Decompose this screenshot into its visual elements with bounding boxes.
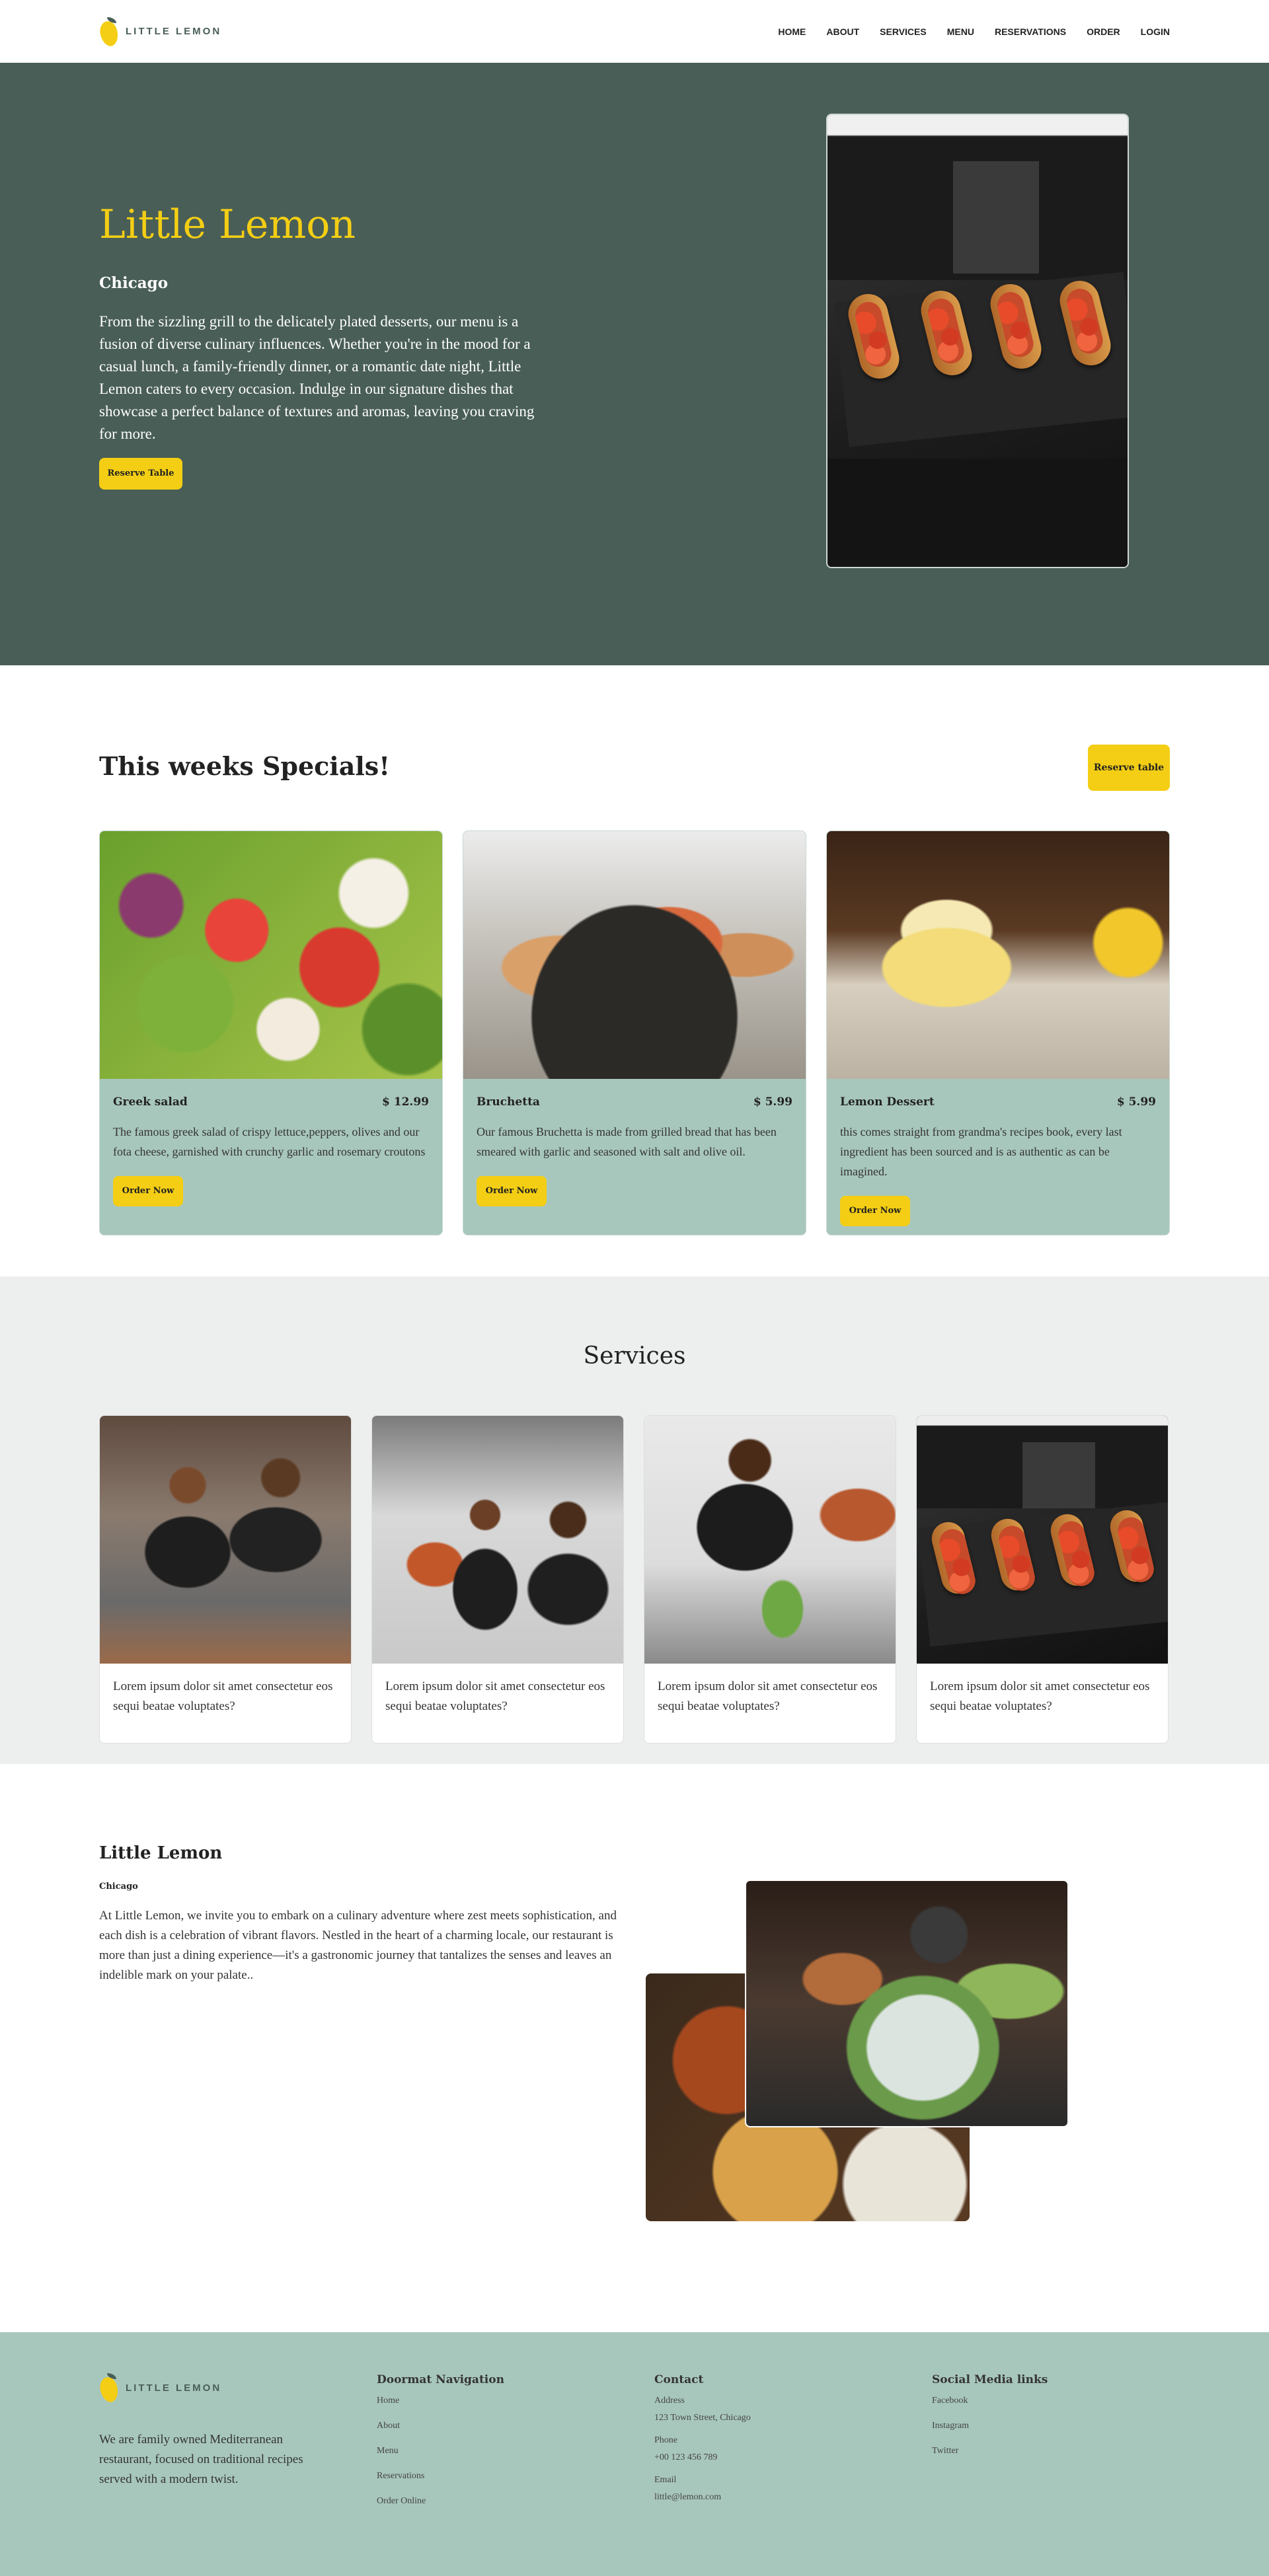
logo-text: LITTLE LEMON <box>126 26 222 37</box>
social-link-instagram[interactable]: Instagram <box>932 2421 1048 2431</box>
chef-plating-image <box>644 1416 896 1664</box>
chefs-smiling-image <box>372 1416 623 1664</box>
special-description: Our famous Bruchetta is made from grille… <box>477 1125 777 1158</box>
footer-about: LITTLE LEMON We are family owned Mediter… <box>98 2372 324 2489</box>
nav-menu[interactable]: MENU <box>947 26 974 37</box>
site-header: LITTLE LEMON HOME ABOUT SERVICES MENU RE… <box>0 0 1269 63</box>
service-card: Lorem ipsum dolor sit amet consectetur e… <box>916 1415 1169 1744</box>
footer-logo-text: LITTLE LEMON <box>126 2382 222 2394</box>
email-label: Email <box>654 2475 677 2485</box>
address-label: Address <box>654 2396 685 2406</box>
nav-about[interactable]: ABOUT <box>826 26 859 37</box>
chefs-talking-image <box>100 1416 351 1664</box>
footer-link-order-online[interactable]: Order Online <box>377 2496 504 2507</box>
specials-section: This weeks Specials! Reserve table Greek… <box>0 665 1269 1276</box>
nav-login[interactable]: LOGIN <box>1141 26 1170 37</box>
order-now-button[interactable]: Order Now <box>113 1176 183 1206</box>
service-card: Lorem ipsum dolor sit amet consectetur e… <box>644 1415 896 1744</box>
footer-link-menu[interactable]: Menu <box>377 2446 504 2456</box>
lemon-dessert-image <box>827 831 1169 1079</box>
special-name: Greek salad <box>113 1095 188 1109</box>
footer-logo[interactable]: LITTLE LEMON <box>98 2372 324 2404</box>
reserve-table-button[interactable]: Reserve Table <box>99 458 182 490</box>
footer-navigation: Doormat Navigation Home About Menu Reser… <box>377 2372 504 2521</box>
main-nav: HOME ABOUT SERVICES MENU RESERVATIONS OR… <box>778 26 1170 37</box>
service-text: Lorem ipsum dolor sit amet consectetur e… <box>930 1679 1150 1713</box>
order-now-button[interactable]: Order Now <box>840 1196 910 1226</box>
hero-title: Little Lemon <box>99 202 356 248</box>
footer-nav-title: Doormat Navigation <box>377 2373 504 2386</box>
special-card-bruchetta: Bruchetta $ 5.99 Our famous Bruchetta is… <box>463 830 806 1235</box>
reserve-table-button-secondary[interactable]: Reserve table <box>1088 745 1170 791</box>
special-price: $ 5.99 <box>753 1095 792 1109</box>
service-text: Lorem ipsum dolor sit amet consectetur e… <box>658 1679 878 1713</box>
footer-tagline: We are family owned Mediterranean restau… <box>99 2433 303 2486</box>
footer-link-about[interactable]: About <box>377 2421 504 2431</box>
footer-contact: Contact Address 123 Town Street, Chicago… <box>654 2372 751 2515</box>
order-now-button[interactable]: Order Now <box>477 1176 547 1206</box>
special-card-lemon-dessert: Lemon Dessert $ 5.99 this comes straight… <box>826 830 1170 1235</box>
social-link-twitter[interactable]: Twitter <box>932 2446 1048 2456</box>
nav-services[interactable]: SERVICES <box>880 26 927 37</box>
services-section: Services Lorem ipsum dolor sit amet cons… <box>0 1276 1269 1764</box>
hero-description: From the sizzling grill to the delicatel… <box>99 313 535 442</box>
about-description: At Little Lemon, we invite you to embark… <box>99 1909 617 1982</box>
nav-order[interactable]: ORDER <box>1087 26 1120 37</box>
special-description: this comes straight from grandma's recip… <box>840 1125 1122 1178</box>
address-value: 123 Town Street, Chicago <box>654 2413 751 2423</box>
special-name: Bruchetta <box>477 1095 540 1109</box>
services-title: Services <box>583 1343 686 1370</box>
special-price: $ 12.99 <box>382 1095 429 1109</box>
service-card: Lorem ipsum dolor sit amet consectetur e… <box>99 1415 352 1744</box>
social-link-facebook[interactable]: Facebook <box>932 2396 1048 2406</box>
footer-social: Social Media links Facebook Instagram Tw… <box>932 2372 1048 2471</box>
about-city: Chicago <box>99 1882 138 1892</box>
special-price: $ 5.99 <box>1116 1095 1156 1109</box>
footer-link-reservations[interactable]: Reservations <box>377 2471 504 2482</box>
footer-link-home[interactable]: Home <box>377 2396 504 2406</box>
about-title: Little Lemon <box>99 1843 223 1863</box>
phone-value[interactable]: +00 123 456 789 <box>654 2452 751 2463</box>
footer-contact-title: Contact <box>654 2373 704 2386</box>
lemon-logo-icon <box>98 16 120 48</box>
service-text: Lorem ipsum dolor sit amet consectetur e… <box>113 1679 333 1713</box>
greek-salad-image <box>100 831 442 1079</box>
special-description: The famous greek salad of crispy lettuce… <box>113 1125 426 1158</box>
nav-reservations[interactable]: RESERVATIONS <box>995 26 1066 37</box>
bruchetta-image <box>463 831 806 1079</box>
lemon-logo-icon <box>98 2372 120 2404</box>
site-logo[interactable]: LITTLE LEMON <box>98 16 222 48</box>
nav-home[interactable]: HOME <box>778 26 806 37</box>
footer-social-title: Social Media links <box>932 2373 1048 2386</box>
service-card: Lorem ipsum dolor sit amet consectetur e… <box>371 1415 624 1744</box>
about-food-image-front <box>745 1880 1069 2127</box>
special-card-greek-salad: Greek salad $ 12.99 The famous greek sal… <box>99 830 443 1235</box>
service-text: Lorem ipsum dolor sit amet consectetur e… <box>385 1679 605 1713</box>
specials-cards: Greek salad $ 12.99 The famous greek sal… <box>99 830 1170 1235</box>
email-value[interactable]: little@lemon.com <box>654 2492 751 2503</box>
services-cards: Lorem ipsum dolor sit amet consectetur e… <box>99 1415 1169 1744</box>
bruschetta-serving-image <box>917 1416 1168 1664</box>
site-footer: LITTLE LEMON We are family owned Mediter… <box>0 2332 1269 2576</box>
special-name: Lemon Dessert <box>840 1095 935 1109</box>
about-section: Little Lemon Chicago At Little Lemon, we… <box>0 1764 1269 2332</box>
phone-label: Phone <box>654 2435 677 2445</box>
hero-image <box>826 114 1129 568</box>
specials-title: This weeks Specials! <box>99 751 390 781</box>
hero-section: Little Lemon Chicago From the sizzling g… <box>0 63 1269 665</box>
hero-city: Chicago <box>99 274 169 292</box>
